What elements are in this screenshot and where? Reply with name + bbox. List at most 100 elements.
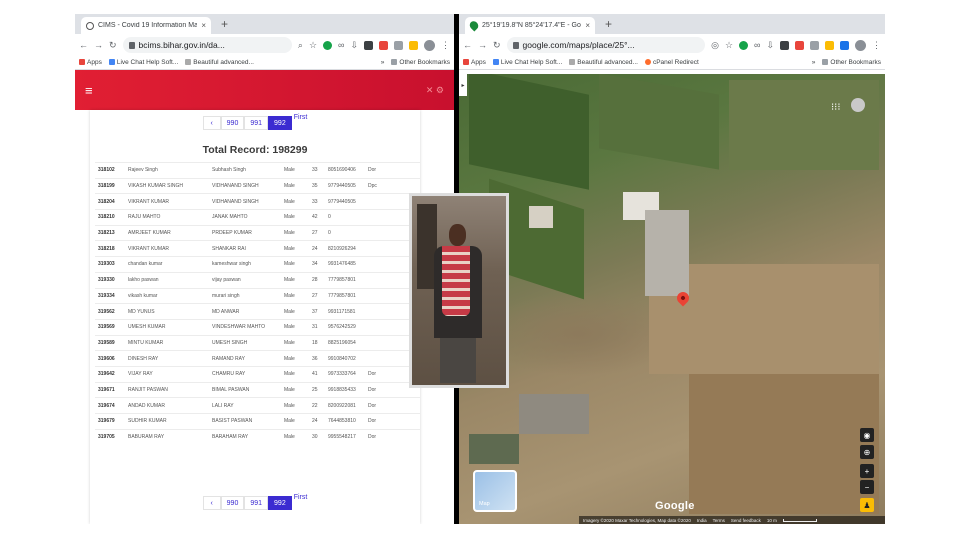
forward-icon[interactable]: → bbox=[478, 40, 487, 50]
table-row: 319674 ANDAD KUMAR LALI RAY Male 22 820092208… bbox=[95, 397, 420, 414]
account-avatar[interactable] bbox=[851, 98, 865, 112]
link-icon[interactable]: ∞ bbox=[754, 40, 760, 50]
my-location-icon[interactable]: ⊕ bbox=[860, 445, 874, 459]
link-india[interactable]: India bbox=[697, 518, 707, 523]
bookmark-apps[interactable]: Apps bbox=[463, 59, 486, 66]
menu-kebab-icon[interactable]: ⋮ bbox=[441, 40, 450, 51]
record-id: 319671 bbox=[95, 381, 125, 398]
record-id: 318204 bbox=[95, 193, 125, 210]
bookmark-beautiful[interactable]: Beautiful advanced... bbox=[185, 59, 254, 66]
bookmarks-overflow[interactable]: » bbox=[381, 59, 385, 66]
tab-cims[interactable]: CIMS - Covid 19 Information Ma × bbox=[81, 17, 211, 34]
prev-page-button[interactable]: ‹ bbox=[202, 496, 221, 510]
compass-icon[interactable]: ◉ bbox=[860, 428, 874, 442]
age: 22 bbox=[309, 397, 325, 414]
page-991[interactable]: 991 bbox=[244, 116, 269, 130]
zoom-in-button[interactable]: + bbox=[860, 464, 874, 478]
link-send-feedback[interactable]: Send feedback bbox=[731, 518, 761, 523]
new-tab-button[interactable]: + bbox=[605, 17, 612, 31]
satellite-map[interactable] bbox=[459, 74, 885, 524]
father-name: LALI RAY bbox=[209, 397, 281, 414]
tab-google-maps[interactable]: 25°19'19.8"N 85°24'17.4"E - Go × bbox=[465, 17, 595, 34]
google-logo: Google bbox=[655, 500, 695, 512]
hamburger-menu-icon[interactable]: ≡ bbox=[85, 83, 93, 98]
table-row: 319705 BABURAM RAY BARAHAM RAY Male 30 995554… bbox=[95, 428, 420, 445]
grid-extension-icon[interactable] bbox=[810, 40, 819, 50]
other-bookmarks[interactable]: Other Bookmarks bbox=[391, 59, 450, 66]
lock-icon bbox=[512, 41, 519, 49]
download-icon[interactable]: ⇩ bbox=[766, 40, 774, 51]
page-990[interactable]: 990 bbox=[220, 116, 245, 130]
prev-page-button[interactable]: ‹ bbox=[202, 116, 221, 130]
map-layer-toggle[interactable]: Map bbox=[473, 470, 517, 512]
right-browser-window: 25°19'19.8"N 85°24'17.4"E - Go × + ← → ↻… bbox=[459, 14, 885, 524]
star-icon[interactable]: ☆ bbox=[725, 40, 733, 51]
bookmark-icon bbox=[185, 59, 192, 66]
star-icon[interactable]: ☆ bbox=[309, 40, 317, 51]
a-extension-icon[interactable] bbox=[379, 40, 388, 50]
record-id: 318213 bbox=[95, 224, 125, 241]
back-icon[interactable]: ← bbox=[463, 40, 472, 50]
page-992-active[interactable]: 992 bbox=[268, 496, 292, 510]
zoom-icon[interactable]: ⌕ bbox=[298, 40, 303, 51]
blue-extension-icon[interactable] bbox=[840, 40, 849, 50]
records-table: 318102 Rajeev Singh Subhash Singh Male 33 805… bbox=[95, 162, 420, 445]
bookmarks-overflow[interactable]: » bbox=[812, 59, 816, 66]
other-bookmarks[interactable]: Other Bookmarks bbox=[822, 59, 881, 66]
page-992-active[interactable]: 992 bbox=[268, 116, 292, 130]
father-name: CHAMRU RAY bbox=[209, 365, 281, 383]
profile-avatar[interactable] bbox=[424, 39, 435, 51]
address-bar[interactable]: google.com/maps/place/25°... bbox=[506, 37, 706, 53]
address-bar[interactable]: bcims.bihar.gov.in/da... bbox=[122, 37, 292, 53]
bookmark-live-chat[interactable]: Live Chat Help Soft... bbox=[492, 59, 562, 66]
table-row: 318204 VIKRANT KUMAR VIDHANAND SINGH Male 33… bbox=[95, 193, 420, 210]
extension-icon[interactable] bbox=[323, 40, 333, 50]
page-991[interactable]: 991 bbox=[244, 496, 269, 510]
records-panel: ‹ 990 991 992 First Total Record: 198299… bbox=[90, 110, 420, 524]
gender: Male bbox=[281, 287, 309, 304]
forward-icon[interactable]: → bbox=[94, 40, 103, 50]
bookmark-beautiful[interactable]: Beautiful advanced... bbox=[569, 59, 638, 66]
mail-extension-icon[interactable] bbox=[780, 40, 789, 50]
back-icon[interactable]: ← bbox=[79, 40, 88, 50]
tab-title: CIMS - Covid 19 Information Ma bbox=[98, 22, 198, 29]
header-action-icons[interactable]: ✕ ⚙ bbox=[426, 85, 444, 96]
apps-grid-icon bbox=[79, 59, 85, 66]
reload-icon[interactable]: ↻ bbox=[109, 40, 117, 51]
a-extension-icon[interactable] bbox=[795, 40, 804, 50]
download-icon[interactable]: ⇩ bbox=[350, 40, 358, 51]
multicolor-extension-icon[interactable] bbox=[825, 40, 834, 50]
mail-extension-icon[interactable] bbox=[364, 40, 373, 50]
first-page-link[interactable]: First bbox=[294, 494, 308, 501]
link-terms[interactable]: Terms bbox=[713, 518, 725, 523]
multicolor-extension-icon[interactable] bbox=[409, 40, 418, 50]
tab-close-icon[interactable]: × bbox=[585, 21, 590, 30]
pegman-icon[interactable]: ♟ bbox=[860, 498, 874, 512]
gender: Male bbox=[281, 428, 309, 445]
page-990[interactable]: 990 bbox=[220, 496, 245, 510]
menu-kebab-icon[interactable]: ⋮ bbox=[872, 40, 881, 51]
zoom-out-button[interactable]: − bbox=[860, 480, 874, 494]
table-row: 319303 chandan kumar kameshwar singh Male 34… bbox=[95, 256, 420, 273]
tab-close-icon[interactable]: × bbox=[201, 21, 206, 30]
record-id: 319303 bbox=[95, 256, 125, 273]
father-name: PRDEEP KUMAR bbox=[209, 224, 281, 241]
new-tab-button[interactable]: + bbox=[221, 17, 228, 31]
bookmark-live-chat[interactable]: Live Chat Help Soft... bbox=[108, 59, 178, 66]
side-panel-toggle[interactable]: ▸ bbox=[459, 74, 467, 96]
profile-avatar[interactable] bbox=[855, 39, 866, 51]
extension-icon[interactable] bbox=[739, 40, 749, 50]
reload-icon[interactable]: ↻ bbox=[493, 40, 501, 51]
grid-extension-icon[interactable] bbox=[394, 40, 403, 50]
link-icon[interactable]: ∞ bbox=[338, 40, 344, 50]
person-name: MINTU KUMAR bbox=[125, 334, 209, 351]
folder-icon bbox=[391, 59, 398, 66]
bookmark-apps[interactable]: Apps bbox=[79, 59, 102, 66]
apps-grid-icon[interactable]: ⁝⁝⁝ bbox=[831, 102, 841, 113]
first-page-link[interactable]: First bbox=[294, 114, 308, 121]
record-id: 319642 bbox=[95, 365, 125, 383]
father-name: RAMAND RAY bbox=[209, 350, 281, 367]
bookmark-cpanel[interactable]: cPanel Redirect bbox=[644, 59, 699, 66]
location-icon[interactable]: ◎ bbox=[711, 40, 719, 51]
person-name: SUDHIR KUMAR bbox=[125, 413, 209, 430]
